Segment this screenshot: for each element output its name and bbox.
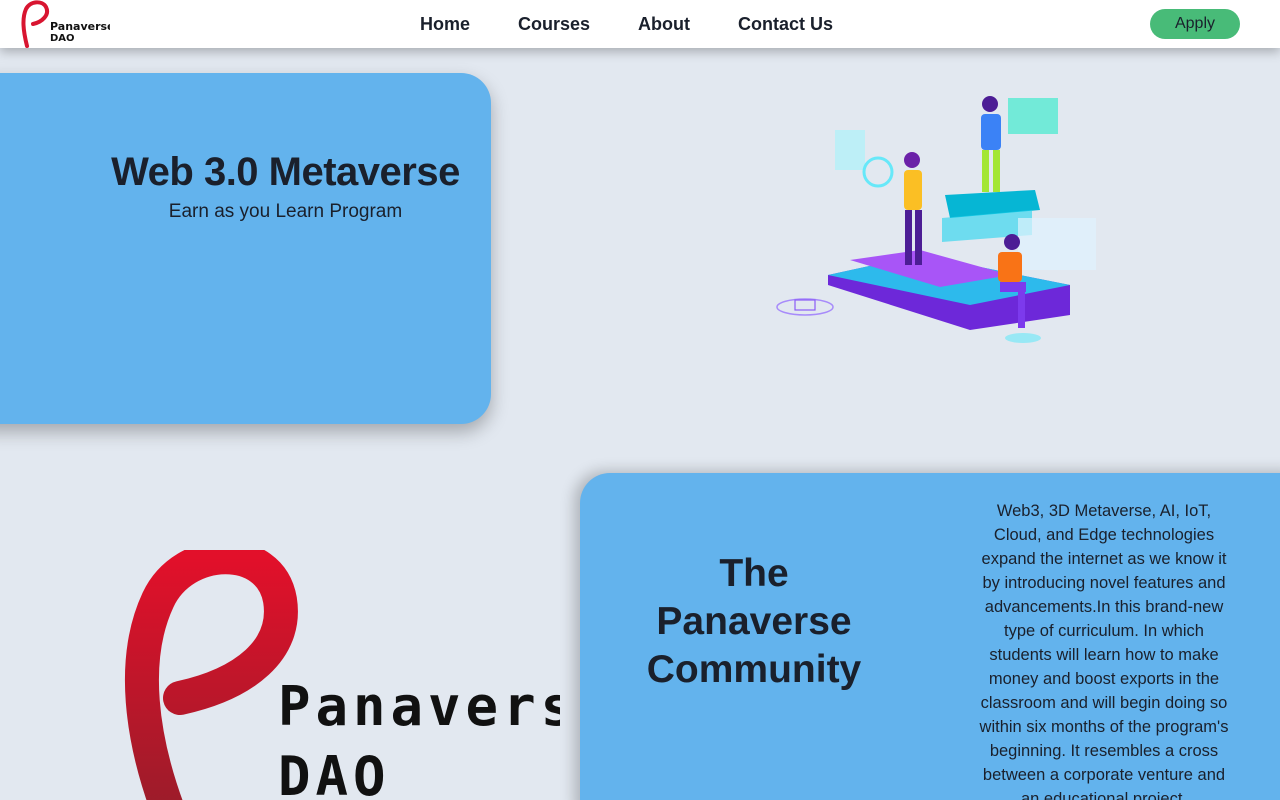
nav-link-contact[interactable]: Contact Us (738, 14, 833, 35)
nav-link-home[interactable]: Home (420, 14, 470, 35)
apply-button[interactable]: Apply (1150, 9, 1240, 39)
community-description: Web3, 3D Metaverse, AI, IoT, Cloud, and … (979, 502, 1229, 800)
logo-subtext: DAO (50, 33, 75, 44)
hero-card (0, 73, 491, 424)
brand-wordmark: Panaverse (278, 675, 560, 738)
top-navbar: Panaverse DAO Home Courses About Contact… (0, 0, 1280, 48)
nav-link-about[interactable]: About (638, 14, 690, 35)
main-nav: Home Courses About Contact Us (396, 0, 857, 48)
nav-link-courses[interactable]: Courses (518, 14, 590, 35)
logo-wordmark: Panaverse (50, 20, 110, 33)
hero-title: Web 3.0 Metaverse (111, 150, 460, 194)
community-title: The Panaverse Community (646, 552, 862, 691)
metaverse-vr-illustration (776, 96, 1096, 343)
panaverse-logo-icon: Panaverse DAO (124, 550, 560, 800)
hero-subtitle: Earn as you Learn Program (168, 201, 403, 222)
panaverse-logo-icon[interactable]: Panaverse DAO (20, 0, 110, 48)
brand-subtext: DAO (278, 745, 391, 800)
